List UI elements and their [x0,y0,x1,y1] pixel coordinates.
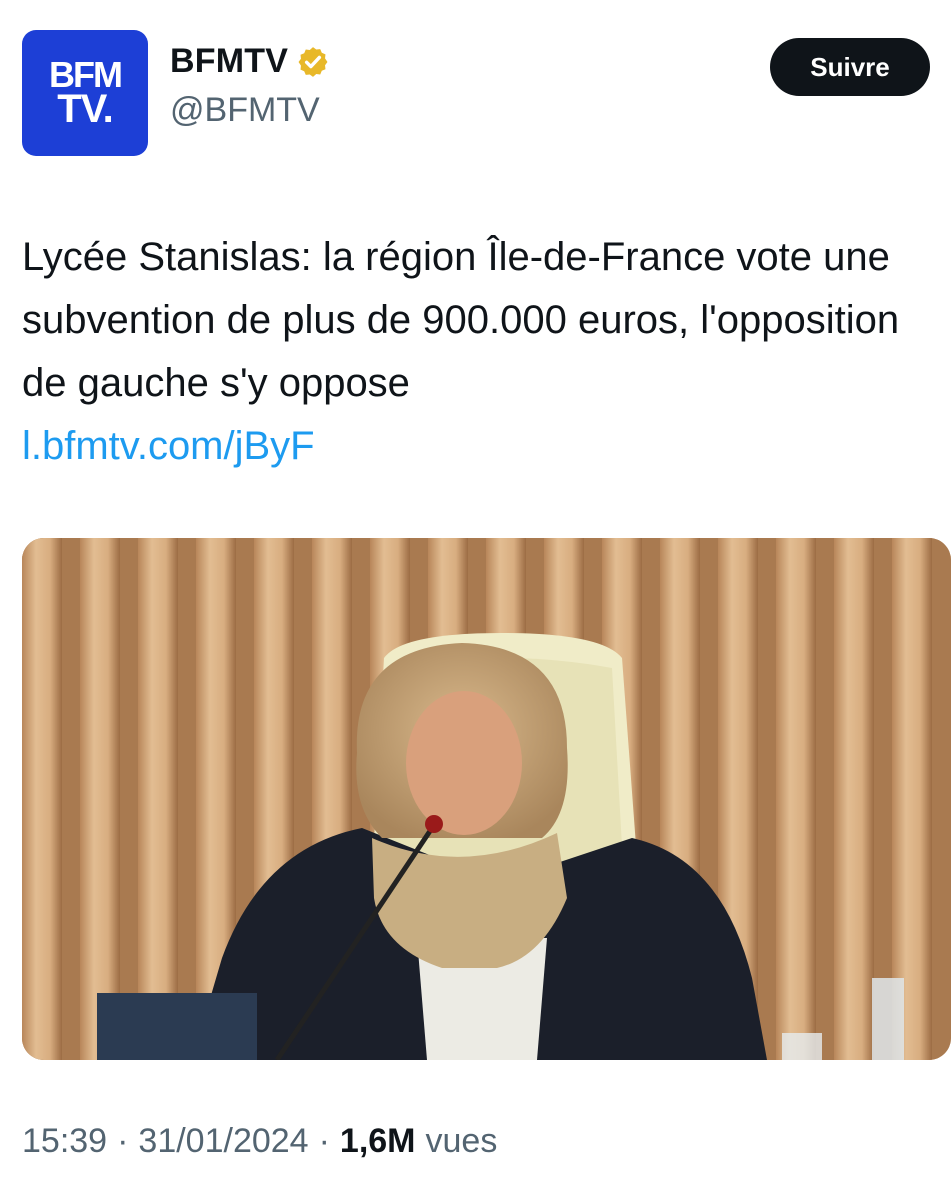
tweet-text: Lycée Stanislas: la région Île-de-France… [22,235,900,405]
avatar[interactable]: BFM TV. [22,30,148,156]
face [406,691,522,835]
verified-badge-icon [296,45,330,79]
views-label: vues [425,1122,498,1160]
tweet-meta: 15:39 · 31/01/2024 · 1,6M vues [22,1122,497,1161]
tweet-header: BFM TV. BFMTV @BFMTV Suivre [22,30,932,156]
views-count: 1,6M [339,1122,416,1160]
tweet-date[interactable]: 31/01/2024 [138,1122,308,1161]
media-photo [22,538,951,1060]
glass [782,1033,822,1060]
follow-button[interactable]: Suivre [770,38,930,96]
desk-monitor [97,993,257,1060]
author-names: BFMTV @BFMTV [170,42,330,130]
tweet-body: Lycée Stanislas: la région Île-de-France… [22,226,922,478]
handle[interactable]: @BFMTV [170,91,330,130]
avatar-logo-line2: TV. [57,87,114,132]
separator: · [318,1122,330,1160]
tweet-link[interactable]: l.bfmtv.com/jByF [22,415,922,478]
display-name[interactable]: BFMTV [170,42,288,81]
water-bottle [872,978,904,1060]
separator: · [117,1122,129,1160]
tweet-time[interactable]: 15:39 [22,1122,107,1161]
microphone-head [425,815,443,833]
display-name-row: BFMTV [170,42,330,81]
tweet-card: BFM TV. BFMTV @BFMTV Suivre Lycée Stanis… [0,0,951,1200]
tweet-media-image[interactable] [22,538,951,1060]
